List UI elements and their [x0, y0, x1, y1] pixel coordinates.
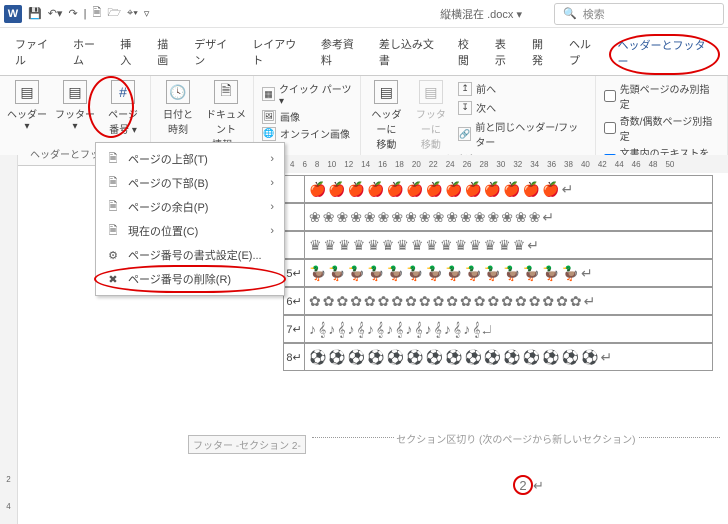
tab-home[interactable]: ホーム: [66, 34, 111, 75]
document-table: 🍎🍎🍎🍎🍎🍎🍎🍎🍎🍎🍎🍎🍎↵ ❀❀❀❀❀❀❀❀❀❀❀❀❀❀❀❀❀↵ ♛♛♛♛♛♛…: [283, 175, 713, 371]
page-number-button[interactable]: #ページ 番号 ▾: [102, 80, 144, 136]
redo-icon[interactable]: ↷: [68, 7, 77, 20]
remove-icon: ✖: [106, 272, 120, 286]
search-box[interactable]: 🔍 検索: [554, 3, 724, 25]
menu-remove-page-numbers[interactable]: ✖ページ番号の削除(R): [96, 267, 284, 291]
tab-mailings[interactable]: 差し込み文書: [372, 34, 449, 75]
header-button[interactable]: ▤ヘッダー ▾: [6, 80, 48, 132]
tab-file[interactable]: ファイル: [8, 34, 64, 75]
save-icon[interactable]: 💾: [28, 7, 42, 20]
new-doc-icon[interactable]: 🗎: [93, 4, 102, 23]
group-options: 先頭ページのみ別指定 奇数/偶数ページ別指定 文書内のテキストを表示 オプション: [596, 76, 728, 165]
format-icon: ⚙: [106, 248, 120, 262]
word-app-icon: W: [4, 5, 22, 23]
open-doc-icon[interactable]: 🗁: [107, 4, 121, 23]
goto-footer-button[interactable]: ▤フッターに 移動: [412, 80, 450, 151]
quick-parts-button[interactable]: ▦クイック パーツ ▾: [260, 80, 354, 108]
pictures-button[interactable]: 🖼画像: [260, 108, 302, 125]
table-row: ❀❀❀❀❀❀❀❀❀❀❀❀❀❀❀❀❀↵: [283, 203, 713, 231]
link-previous-button[interactable]: 🔗前と同じヘッダー/フッター: [456, 118, 589, 150]
goto-header-button[interactable]: ▤ヘッダーに 移動: [367, 80, 405, 151]
menu-page-margins[interactable]: 🗎ページの余白(P)›: [96, 195, 284, 219]
menu-bottom-of-page[interactable]: 🗎ページの下部(B)›: [96, 171, 284, 195]
search-icon: 🔍: [563, 7, 577, 20]
table-row: 🍎🍎🍎🍎🍎🍎🍎🍎🍎🍎🍎🍎🍎↵: [283, 175, 713, 203]
tab-insert[interactable]: 挿入: [113, 34, 148, 75]
footer-page-number[interactable]: 2↵: [513, 475, 544, 495]
document-info-button[interactable]: 🗎ドキュメント 情報 ▾: [205, 80, 247, 151]
different-odd-even-checkbox[interactable]: 奇数/偶数ページ別指定: [602, 112, 721, 144]
table-row: 7↵♪𝄞♪𝄞♪𝄞♪𝄞♪𝄞♪𝄞♪𝄞♪𝄞♪𝄞↵: [283, 315, 713, 343]
table-row: ♛♛♛♛♛♛♛♛♛♛♛♛♛♛♛↵: [283, 231, 713, 259]
tab-developer[interactable]: 開発: [525, 34, 560, 75]
tab-layout[interactable]: レイアウト: [245, 34, 312, 75]
title-bar: W 💾 ↶▾ ↷ | 🗎 🗁 ⌖▾ ▿ 縦横混在 .docx ▾ 🔍 検索: [0, 0, 728, 28]
undo-icon[interactable]: ↶▾: [48, 7, 63, 20]
vertical-ruler[interactable]: 24: [0, 155, 18, 524]
menu-top-of-page[interactable]: 🗎ページの上部(T)›: [96, 147, 284, 171]
page-number-menu: 🗎ページの上部(T)› 🗎ページの下部(B)› 🗎ページの余白(P)› 🗎現在の…: [95, 142, 285, 296]
tab-references[interactable]: 参考資料: [314, 34, 370, 75]
touch-mode-icon[interactable]: ⌖▾: [127, 7, 138, 20]
tab-review[interactable]: 校閲: [451, 34, 486, 75]
quick-access-toolbar: 💾 ↶▾ ↷ | 🗎 🗁 ⌖▾ ▿: [28, 4, 149, 23]
menu-format-page-numbers[interactable]: ⚙ページ番号の書式設定(E)...: [96, 243, 284, 267]
menu-current-position[interactable]: 🗎現在の位置(C)›: [96, 219, 284, 243]
previous-section-button[interactable]: ↥前へ: [456, 80, 589, 97]
qat-sep: |: [84, 8, 87, 20]
page-bottom-icon: 🗎: [106, 176, 120, 190]
ribbon-tabs: ファイル ホーム 挿入 描画 デザイン レイアウト 参考資料 差し込み文書 校閲…: [0, 28, 728, 76]
page-current-icon: 🗎: [106, 224, 120, 238]
footer-section-label: フッター -セクション 2-: [188, 435, 306, 454]
section-break: フッター -セクション 2- セクション区切り (次のページから新しいセクション…: [188, 435, 720, 454]
tab-view[interactable]: 表示: [488, 34, 523, 75]
next-section-button[interactable]: ↧次へ: [456, 99, 589, 116]
online-pictures-button[interactable]: 🌐オンライン画像: [260, 125, 352, 142]
different-first-page-checkbox[interactable]: 先頭ページのみ別指定: [602, 80, 721, 112]
table-row: 6↵✿✿✿✿✿✿✿✿✿✿✿✿✿✿✿✿✿✿✿✿↵: [283, 287, 713, 315]
tab-header-footer[interactable]: ヘッダーとフッター: [609, 34, 720, 75]
group-navigation: ▤ヘッダーに 移動 ▤フッターに 移動 ↥前へ ↧次へ 🔗前と同じヘッダー/フッ…: [361, 76, 596, 165]
search-placeholder: 検索: [583, 6, 605, 22]
table-row: 5↵🦆🦆🦆🦆🦆🦆🦆🦆🦆🦆🦆🦆🦆🦆↵: [283, 259, 713, 287]
annotation-circle-footer-pagenumber: 2: [513, 475, 533, 495]
tab-draw[interactable]: 描画: [150, 34, 185, 75]
section-break-text: セクション区切り (次のページから新しいセクション): [394, 435, 637, 446]
tab-design[interactable]: デザイン: [187, 34, 243, 75]
tab-help[interactable]: ヘルプ: [562, 34, 608, 75]
page-top-icon: 🗎: [106, 152, 120, 166]
document-title[interactable]: 縦横混在 .docx ▾: [440, 6, 522, 22]
page-margin-icon: 🗎: [106, 200, 120, 214]
table-row: 8↵⚽⚽⚽⚽⚽⚽⚽⚽⚽⚽⚽⚽⚽⚽⚽↵: [283, 343, 713, 371]
date-time-button[interactable]: 🕓日付と 時刻: [157, 80, 199, 136]
qat-customize-icon[interactable]: ▿: [144, 7, 150, 20]
footer-button[interactable]: ▤フッター ▾: [54, 80, 96, 132]
